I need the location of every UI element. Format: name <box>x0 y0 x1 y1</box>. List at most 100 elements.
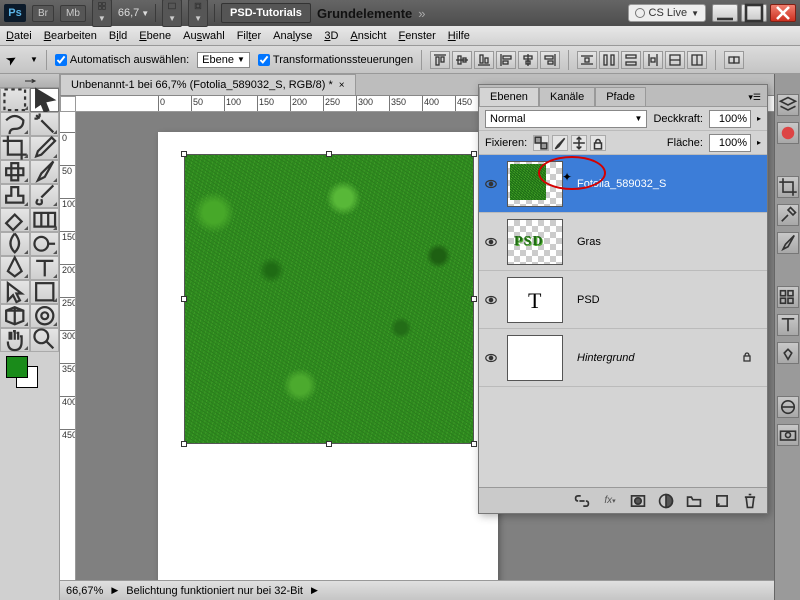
menu-fenster[interactable]: Fenster <box>398 30 435 42</box>
hand-tool[interactable] <box>0 328 30 352</box>
lasso-tool[interactable] <box>0 112 30 136</box>
menu-hilfe[interactable]: Hilfe <box>448 30 470 42</box>
mask-icon[interactable] <box>629 492 647 510</box>
view-grid-icon[interactable]: ▼ <box>92 0 112 27</box>
dist-2-icon[interactable] <box>599 51 619 69</box>
type-tool[interactable] <box>30 256 60 280</box>
layer-thumbnail[interactable] <box>507 335 563 381</box>
ruler-origin[interactable] <box>60 96 76 112</box>
eraser-tool[interactable] <box>0 208 30 232</box>
vertical-ruler[interactable]: 050100150200250300350400450 <box>60 112 76 580</box>
layer-row[interactable]: T PSD <box>479 271 767 329</box>
menu-3d[interactable]: 3D <box>324 30 338 42</box>
pen-tool[interactable] <box>0 256 30 280</box>
fill-input[interactable]: 100% <box>709 134 751 152</box>
tab-ebenen[interactable]: Ebenen <box>479 87 539 106</box>
layer-thumbnail[interactable]: PSD <box>507 219 563 265</box>
align-bottom-icon[interactable] <box>474 51 494 69</box>
dist-6-icon[interactable] <box>687 51 707 69</box>
zoom-tool[interactable] <box>30 328 60 352</box>
visibility-toggle[interactable] <box>479 351 503 365</box>
layer-thumbnail[interactable]: T <box>507 277 563 323</box>
visibility-toggle[interactable] <box>479 177 503 191</box>
shape-tool[interactable] <box>30 280 60 304</box>
menu-bild[interactable]: Bild <box>109 30 127 42</box>
brush-tool[interactable] <box>30 160 60 184</box>
cs-live-button[interactable]: CS Live▼ <box>628 4 706 22</box>
status-menu-icon[interactable]: ▶ <box>311 585 318 596</box>
menu-datei[interactable]: Datei <box>6 30 32 42</box>
psd-tutorials-button[interactable]: PSD-Tutorials <box>221 3 311 23</box>
window-minimize[interactable] <box>712 4 738 22</box>
visibility-toggle[interactable] <box>479 293 503 307</box>
dist-3-icon[interactable] <box>621 51 641 69</box>
dock-crop-icon[interactable] <box>777 176 799 198</box>
workspace-more-icon[interactable]: » <box>418 6 425 21</box>
menu-ansicht[interactable]: Ansicht <box>350 30 386 42</box>
wand-tool[interactable] <box>30 112 60 136</box>
fx-icon[interactable]: fx▾ <box>601 492 619 510</box>
menu-bearbeiten[interactable]: Bearbeiten <box>44 30 97 42</box>
lock-all-icon[interactable] <box>590 135 606 151</box>
history-brush-tool[interactable] <box>30 184 60 208</box>
marquee-tool[interactable] <box>0 88 30 112</box>
tab-pfade[interactable]: Pfade <box>595 87 646 106</box>
group-icon[interactable] <box>685 492 703 510</box>
align-top-icon[interactable] <box>430 51 450 69</box>
zoom-field[interactable]: 66,7▼ <box>118 7 149 19</box>
grass-layer-image[interactable] <box>184 154 474 444</box>
align-right-icon[interactable] <box>540 51 560 69</box>
dock-brush-icon[interactable] <box>777 232 799 254</box>
layer-name[interactable]: Gras <box>567 236 601 248</box>
layer-name[interactable]: Fotolia_589032_S <box>567 178 666 190</box>
dock-camera-icon[interactable] <box>777 424 799 446</box>
lock-position-icon[interactable] <box>571 135 587 151</box>
viewmode-icon[interactable]: ▼ <box>162 0 182 27</box>
layer-row[interactable]: Fotolia_589032_S <box>479 155 767 213</box>
dock-color-icon[interactable] <box>777 122 799 144</box>
layer-row[interactable]: Hintergrund <box>479 329 767 387</box>
eyedropper-tool[interactable] <box>30 136 60 160</box>
3d-camera-tool[interactable] <box>30 304 60 328</box>
document-tab[interactable]: Unbenannt-1 bei 66,7% (Fotolia_589032_S,… <box>60 74 356 95</box>
layer-name[interactable]: Hintergrund <box>567 352 634 364</box>
menu-analyse[interactable]: Analyse <box>273 30 312 42</box>
window-maximize[interactable] <box>741 4 767 22</box>
screenmode-icon[interactable]: ▼ <box>188 0 208 27</box>
close-doc-icon[interactable]: × <box>339 80 345 91</box>
menu-ebene[interactable]: Ebene <box>139 30 171 42</box>
layer-row[interactable]: PSD Gras <box>479 213 767 271</box>
fill-slider-icon[interactable]: ▸ <box>757 138 761 147</box>
dock-layers-icon[interactable] <box>777 94 799 116</box>
stamp-tool[interactable] <box>0 184 30 208</box>
dock-styles-icon[interactable] <box>777 286 799 308</box>
new-layer-icon[interactable] <box>713 492 731 510</box>
align-vcenter-icon[interactable] <box>452 51 472 69</box>
dist-4-icon[interactable] <box>643 51 663 69</box>
dock-text-icon[interactable] <box>777 314 799 336</box>
dodge-tool[interactable] <box>30 232 60 256</box>
path-select-tool[interactable] <box>0 280 30 304</box>
color-swatches[interactable] <box>0 352 59 392</box>
auto-align-icon[interactable] <box>724 51 744 69</box>
gradient-tool[interactable] <box>30 208 60 232</box>
3d-tool[interactable] <box>0 304 30 328</box>
opacity-slider-icon[interactable]: ▸ <box>757 114 761 123</box>
visibility-toggle[interactable] <box>479 235 503 249</box>
status-zoom[interactable]: 66,67% <box>66 585 103 597</box>
transform-controls-checkbox[interactable]: Transformationssteuerungen <box>258 54 413 66</box>
layer-thumbnail[interactable] <box>507 161 563 207</box>
foreground-color[interactable] <box>6 356 28 378</box>
dist-1-icon[interactable] <box>577 51 597 69</box>
align-hcenter-icon[interactable] <box>518 51 538 69</box>
dock-tools-icon[interactable] <box>777 204 799 226</box>
panel-menu-icon[interactable]: ▾☰ <box>742 89 767 106</box>
auto-select-dropdown[interactable]: Ebene▼ <box>197 52 250 68</box>
dock-info-icon[interactable] <box>777 342 799 364</box>
menu-auswahl[interactable]: Auswahl <box>183 30 225 42</box>
minibridge-chip[interactable]: Mb <box>60 5 86 22</box>
tab-kanaele[interactable]: Kanäle <box>539 87 595 106</box>
window-close[interactable] <box>770 4 796 22</box>
dock-swatch-icon[interactable] <box>777 396 799 418</box>
crop-tool[interactable] <box>0 136 30 160</box>
